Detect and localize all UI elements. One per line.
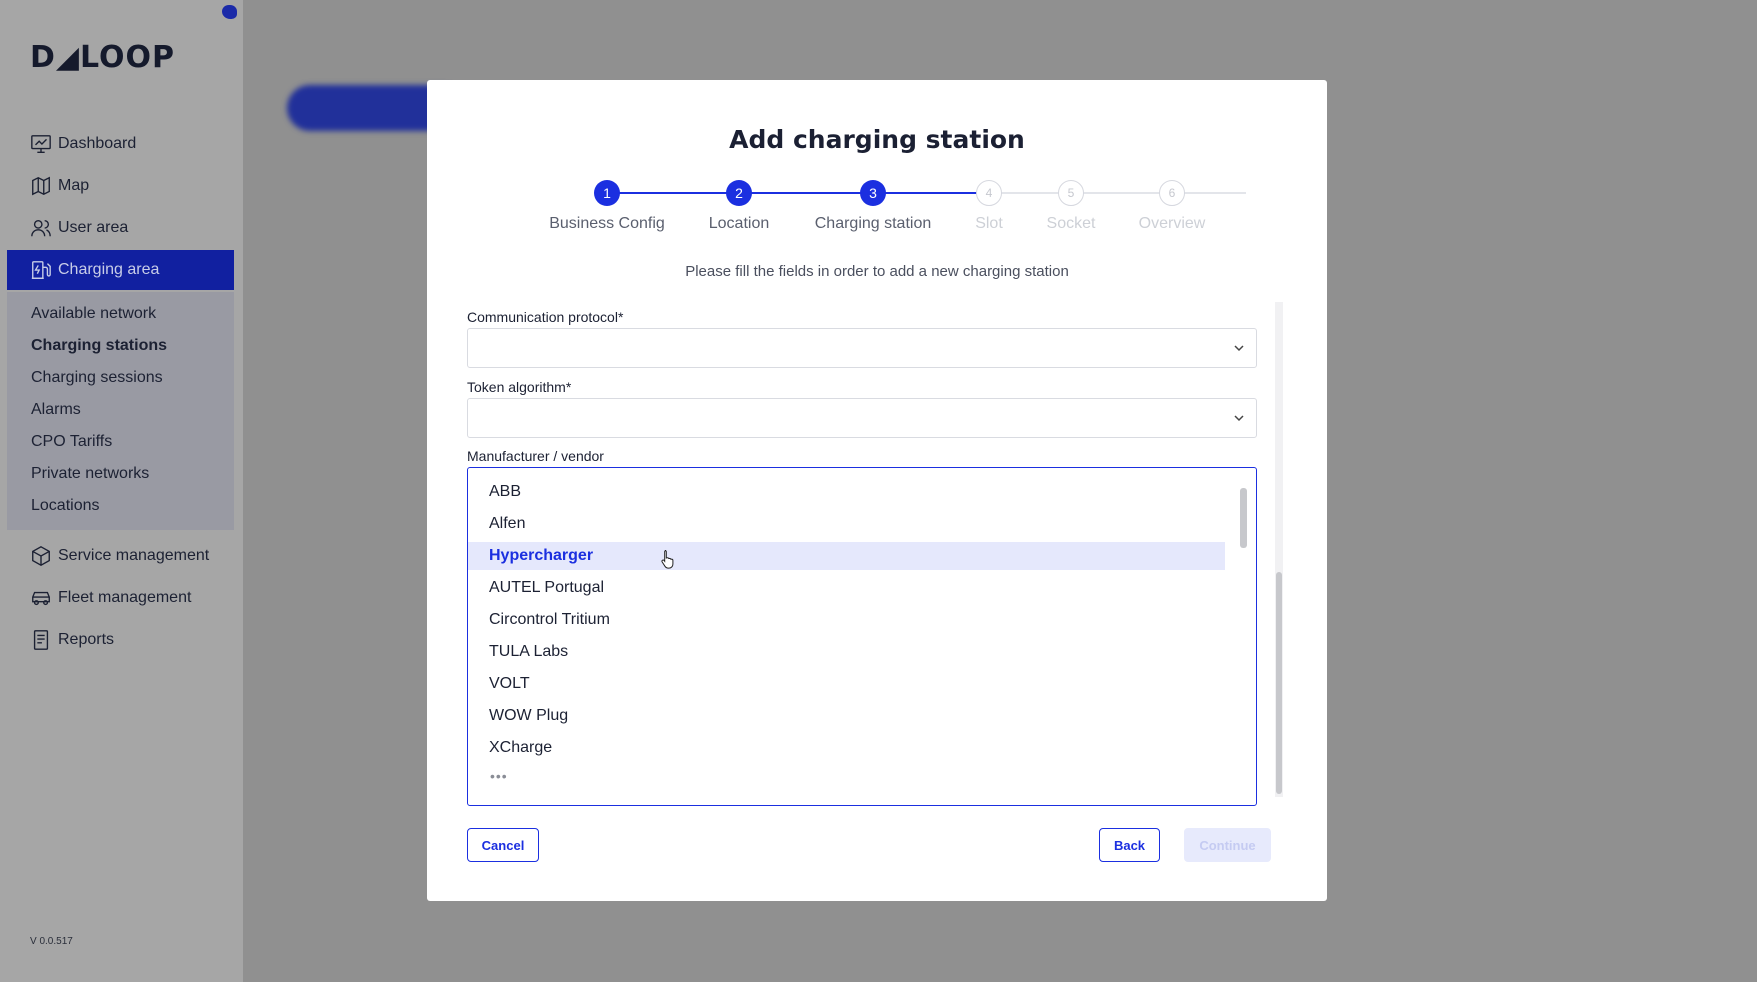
back-button[interactable]: Back (1099, 828, 1160, 862)
pointer-cursor-icon (661, 550, 674, 569)
listbox-scrollbar-thumb[interactable] (1240, 488, 1247, 548)
token-algorithm-label: Token algorithm* (467, 379, 572, 395)
submenu-item-private-networks[interactable]: Private networks (7, 458, 234, 490)
chevron-down-icon (1234, 415, 1244, 422)
communication-protocol-label: Communication protocol* (467, 309, 624, 325)
app-logo: D◢LOOP (30, 40, 176, 75)
step-location[interactable]: 2 Location (669, 180, 809, 233)
manufacturer-option-wow-plug[interactable]: WOW Plug (468, 702, 1225, 730)
charging-station-icon (30, 259, 52, 281)
submenu-item-locations[interactable]: Locations (7, 490, 234, 522)
sidebar-item-label: Charging area (58, 261, 160, 278)
sidebar: D◢LOOP Dashboard Map User area Charging … (0, 0, 243, 982)
form-scrollbar-thumb[interactable] (1276, 572, 1282, 794)
communication-protocol-select[interactable] (467, 328, 1257, 368)
cancel-button[interactable]: Cancel (467, 828, 539, 862)
step-number: 5 (1058, 180, 1084, 206)
step-label: Business Config (549, 215, 665, 232)
sidebar-item-reports[interactable]: Reports (7, 620, 234, 660)
manufacturer-option-alfen[interactable]: Alfen (468, 510, 1225, 538)
sidebar-item-label: Reports (58, 631, 115, 648)
sidebar-item-label: Service management (58, 547, 210, 564)
submenu-item-alarms[interactable]: Alarms (7, 394, 234, 426)
manufacturer-option-abb[interactable]: ABB (468, 478, 1225, 506)
sidebar-item-label: Dashboard (58, 135, 137, 152)
step-number: 6 (1159, 180, 1185, 206)
submenu-item-charging-sessions[interactable]: Charging sessions (7, 362, 234, 394)
app-version: V 0.0.517 (30, 936, 73, 947)
box-icon (30, 545, 52, 567)
submenu-item-cpo-tariffs[interactable]: CPO Tariffs (7, 426, 234, 458)
modal-title: Add charging station (729, 125, 1025, 154)
car-icon (30, 587, 52, 609)
sidebar-item-label: Fleet management (58, 589, 192, 606)
submenu-item-charging-stations[interactable]: Charging stations (7, 330, 234, 362)
sidebar-item-map[interactable]: Map (7, 166, 234, 206)
sidebar-item-charging-area[interactable]: Charging area (7, 250, 234, 290)
more-options-ellipsis: ••• (490, 768, 508, 784)
stepper: 1 Business Config 2 Location 3 Charging … (427, 180, 1327, 240)
charging-area-submenu: Available network Charging stations Char… (7, 292, 234, 530)
step-number: 3 (860, 180, 886, 206)
manufacturer-option-volt[interactable]: VOLT (468, 670, 1225, 698)
step-overview: 6 Overview (1102, 180, 1242, 233)
sidebar-item-label: Map (58, 177, 90, 194)
sidebar-item-fleet-management[interactable]: Fleet management (7, 578, 234, 618)
step-number: 2 (726, 180, 752, 206)
users-icon (30, 217, 52, 239)
map-icon (30, 175, 52, 197)
add-charging-station-modal: Add charging station 1 Business Config 2… (427, 80, 1327, 901)
chevron-down-icon (1234, 345, 1244, 352)
continue-button[interactable]: Continue (1184, 828, 1271, 862)
report-icon (30, 629, 52, 651)
token-algorithm-select[interactable] (467, 398, 1257, 438)
manufacturer-option-xcharge[interactable]: XCharge (468, 734, 1225, 762)
manufacturer-listbox[interactable]: ABB Alfen Hypercharger AUTEL Portugal Ci… (467, 467, 1257, 806)
step-business-config[interactable]: 1 Business Config (537, 180, 677, 233)
step-number: 1 (594, 180, 620, 206)
manufacturer-option-tula-labs[interactable]: TULA Labs (468, 638, 1225, 666)
sidebar-item-label: User area (58, 219, 129, 236)
sidebar-item-user-area[interactable]: User area (7, 208, 234, 248)
sidebar-item-service-management[interactable]: Service management (7, 536, 234, 576)
manufacturer-option-hypercharger[interactable]: Hypercharger (468, 542, 1225, 570)
modal-subtitle: Please fill the fields in order to add a… (685, 263, 1069, 280)
dashboard-icon (30, 133, 52, 155)
submenu-item-available-network[interactable]: Available network (7, 298, 234, 330)
manufacturer-option-autel-portugal[interactable]: AUTEL Portugal (468, 574, 1225, 602)
manufacturer-label: Manufacturer / vendor (467, 448, 604, 464)
step-label: Overview (1138, 215, 1206, 232)
step-number: 4 (976, 180, 1002, 206)
sidebar-item-dashboard[interactable]: Dashboard (7, 124, 234, 164)
corner-dot (222, 5, 237, 19)
manufacturer-option-circontrol-tritium[interactable]: Circontrol Tritium (468, 606, 1225, 634)
step-label: Location (708, 215, 770, 232)
main-nav: Dashboard Map User area Charging area Av… (7, 124, 234, 662)
